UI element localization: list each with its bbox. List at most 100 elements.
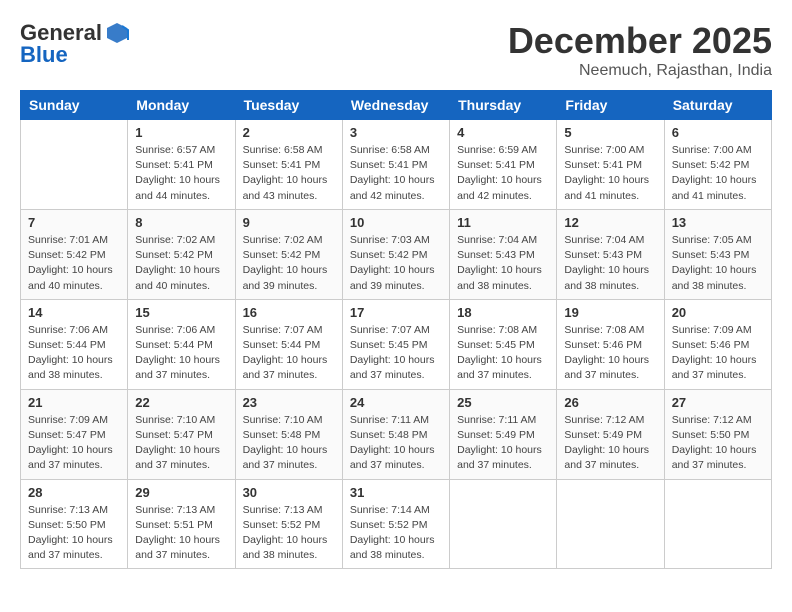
calendar-cell: 2 Sunrise: 6:58 AM Sunset: 5:41 PM Daylig…	[235, 120, 342, 210]
day-number: 28	[28, 485, 120, 500]
day-number: 3	[350, 125, 442, 140]
day-number: 6	[672, 125, 764, 140]
day-number: 29	[135, 485, 227, 500]
calendar-cell: 6 Sunrise: 7:00 AM Sunset: 5:42 PM Daylig…	[664, 120, 771, 210]
day-number: 22	[135, 395, 227, 410]
calendar-cell: 8Sunrise: 7:02 AM Sunset: 5:42 PM Daylig…	[128, 209, 235, 299]
day-number: 19	[564, 305, 656, 320]
calendar-cell	[557, 479, 664, 569]
calendar-cell: 12Sunrise: 7:04 AM Sunset: 5:43 PM Dayli…	[557, 209, 664, 299]
day-number: 30	[243, 485, 335, 500]
day-info: Sunrise: 7:13 AM Sunset: 5:51 PM Dayligh…	[135, 503, 227, 564]
day-number: 4	[457, 125, 549, 140]
day-info: Sunrise: 7:00 AM Sunset: 5:42 PM Dayligh…	[672, 143, 764, 204]
calendar-cell: 15 Sunrise: 7:06 AM Sunset: 5:44 PM Dayli…	[128, 299, 235, 389]
page-header: General Blue December 2025 Neemuch, Raja…	[20, 20, 772, 80]
weekday-header: Tuesday	[235, 91, 342, 120]
day-number: 14	[28, 305, 120, 320]
calendar-cell: 4 Sunrise: 6:59 AM Sunset: 5:41 PM Daylig…	[450, 120, 557, 210]
day-number: 16	[243, 305, 335, 320]
day-number: 11	[457, 215, 549, 230]
weekday-header-row: SundayMondayTuesdayWednesdayThursdayFrid…	[21, 91, 772, 120]
weekday-header: Sunday	[21, 91, 128, 120]
day-info: Sunrise: 7:06 AM Sunset: 5:44 PM Dayligh…	[135, 323, 227, 384]
calendar-cell	[450, 479, 557, 569]
day-info: Sunrise: 7:06 AM Sunset: 5:44 PM Dayligh…	[28, 323, 120, 384]
day-info: Sunrise: 7:03 AM Sunset: 5:42 PM Dayligh…	[350, 233, 442, 294]
calendar-cell: 7Sunrise: 7:01 AM Sunset: 5:42 PM Daylig…	[21, 209, 128, 299]
day-number: 25	[457, 395, 549, 410]
day-number: 17	[350, 305, 442, 320]
month-title: December 2025	[508, 20, 772, 62]
day-info: Sunrise: 7:00 AM Sunset: 5:41 PM Dayligh…	[564, 143, 656, 204]
day-number: 10	[350, 215, 442, 230]
day-info: Sunrise: 7:12 AM Sunset: 5:49 PM Dayligh…	[564, 413, 656, 474]
day-info: Sunrise: 7:04 AM Sunset: 5:43 PM Dayligh…	[564, 233, 656, 294]
calendar-cell: 19 Sunrise: 7:08 AM Sunset: 5:46 PM Dayli…	[557, 299, 664, 389]
day-info: Sunrise: 7:10 AM Sunset: 5:47 PM Dayligh…	[135, 413, 227, 474]
day-number: 18	[457, 305, 549, 320]
day-info: Sunrise: 7:07 AM Sunset: 5:44 PM Dayligh…	[243, 323, 335, 384]
day-number: 15	[135, 305, 227, 320]
calendar-cell: 9Sunrise: 7:02 AM Sunset: 5:42 PM Daylig…	[235, 209, 342, 299]
day-number: 27	[672, 395, 764, 410]
calendar-cell: 21Sunrise: 7:09 AM Sunset: 5:47 PM Dayli…	[21, 389, 128, 479]
calendar-cell: 13Sunrise: 7:05 AM Sunset: 5:43 PM Dayli…	[664, 209, 771, 299]
calendar-cell: 25 Sunrise: 7:11 AM Sunset: 5:49 PM Dayli…	[450, 389, 557, 479]
day-info: Sunrise: 7:08 AM Sunset: 5:46 PM Dayligh…	[564, 323, 656, 384]
calendar-cell: 10 Sunrise: 7:03 AM Sunset: 5:42 PM Dayli…	[342, 209, 449, 299]
weekday-header: Monday	[128, 91, 235, 120]
day-info: Sunrise: 7:13 AM Sunset: 5:50 PM Dayligh…	[28, 503, 120, 564]
day-info: Sunrise: 7:02 AM Sunset: 5:42 PM Dayligh…	[243, 233, 335, 294]
day-number: 24	[350, 395, 442, 410]
day-info: Sunrise: 7:02 AM Sunset: 5:42 PM Dayligh…	[135, 233, 227, 294]
day-info: Sunrise: 7:12 AM Sunset: 5:50 PM Dayligh…	[672, 413, 764, 474]
weekday-header: Saturday	[664, 91, 771, 120]
calendar-cell: 5 Sunrise: 7:00 AM Sunset: 5:41 PM Daylig…	[557, 120, 664, 210]
day-number: 1	[135, 125, 227, 140]
logo: General Blue	[20, 20, 132, 68]
weekday-header: Thursday	[450, 91, 557, 120]
calendar-cell: 23 Sunrise: 7:10 AM Sunset: 5:48 PM Dayli…	[235, 389, 342, 479]
calendar-cell: 16 Sunrise: 7:07 AM Sunset: 5:44 PM Dayli…	[235, 299, 342, 389]
calendar-cell: 30Sunrise: 7:13 AM Sunset: 5:52 PM Dayli…	[235, 479, 342, 569]
day-number: 23	[243, 395, 335, 410]
calendar-cell: 29 Sunrise: 7:13 AM Sunset: 5:51 PM Dayli…	[128, 479, 235, 569]
calendar-table: SundayMondayTuesdayWednesdayThursdayFrid…	[20, 90, 772, 569]
day-number: 31	[350, 485, 442, 500]
calendar-cell: 14 Sunrise: 7:06 AM Sunset: 5:44 PM Dayli…	[21, 299, 128, 389]
calendar-cell: 11 Sunrise: 7:04 AM Sunset: 5:43 PM Dayli…	[450, 209, 557, 299]
calendar-cell: 24 Sunrise: 7:11 AM Sunset: 5:48 PM Dayli…	[342, 389, 449, 479]
day-number: 5	[564, 125, 656, 140]
calendar-week-row: 14 Sunrise: 7:06 AM Sunset: 5:44 PM Dayli…	[21, 299, 772, 389]
calendar-week-row: 7Sunrise: 7:01 AM Sunset: 5:42 PM Daylig…	[21, 209, 772, 299]
day-info: Sunrise: 7:07 AM Sunset: 5:45 PM Dayligh…	[350, 323, 442, 384]
calendar-week-row: 1 Sunrise: 6:57 AM Sunset: 5:41 PM Daylig…	[21, 120, 772, 210]
calendar-cell: 18 Sunrise: 7:08 AM Sunset: 5:45 PM Dayli…	[450, 299, 557, 389]
day-info: Sunrise: 7:11 AM Sunset: 5:49 PM Dayligh…	[457, 413, 549, 474]
day-info: Sunrise: 7:08 AM Sunset: 5:45 PM Dayligh…	[457, 323, 549, 384]
logo-text: General Blue	[20, 20, 132, 68]
day-number: 7	[28, 215, 120, 230]
day-info: Sunrise: 7:10 AM Sunset: 5:48 PM Dayligh…	[243, 413, 335, 474]
calendar-cell: 27 Sunrise: 7:12 AM Sunset: 5:50 PM Dayli…	[664, 389, 771, 479]
calendar-cell: 1 Sunrise: 6:57 AM Sunset: 5:41 PM Daylig…	[128, 120, 235, 210]
day-info: Sunrise: 7:09 AM Sunset: 5:46 PM Dayligh…	[672, 323, 764, 384]
calendar-cell: 22 Sunrise: 7:10 AM Sunset: 5:47 PM Dayli…	[128, 389, 235, 479]
day-info: Sunrise: 6:58 AM Sunset: 5:41 PM Dayligh…	[243, 143, 335, 204]
day-number: 20	[672, 305, 764, 320]
day-info: Sunrise: 7:05 AM Sunset: 5:43 PM Dayligh…	[672, 233, 764, 294]
day-number: 2	[243, 125, 335, 140]
day-info: Sunrise: 6:58 AM Sunset: 5:41 PM Dayligh…	[350, 143, 442, 204]
calendar-cell: 26 Sunrise: 7:12 AM Sunset: 5:49 PM Dayli…	[557, 389, 664, 479]
calendar-cell: 3 Sunrise: 6:58 AM Sunset: 5:41 PM Daylig…	[342, 120, 449, 210]
day-info: Sunrise: 7:11 AM Sunset: 5:48 PM Dayligh…	[350, 413, 442, 474]
day-number: 26	[564, 395, 656, 410]
calendar-week-row: 28 Sunrise: 7:13 AM Sunset: 5:50 PM Dayli…	[21, 479, 772, 569]
day-info: Sunrise: 7:09 AM Sunset: 5:47 PM Dayligh…	[28, 413, 120, 474]
day-info: Sunrise: 6:57 AM Sunset: 5:41 PM Dayligh…	[135, 143, 227, 204]
day-info: Sunrise: 7:04 AM Sunset: 5:43 PM Dayligh…	[457, 233, 549, 294]
title-block: December 2025 Neemuch, Rajasthan, India	[508, 20, 772, 80]
weekday-header: Friday	[557, 91, 664, 120]
day-info: Sunrise: 6:59 AM Sunset: 5:41 PM Dayligh…	[457, 143, 549, 204]
